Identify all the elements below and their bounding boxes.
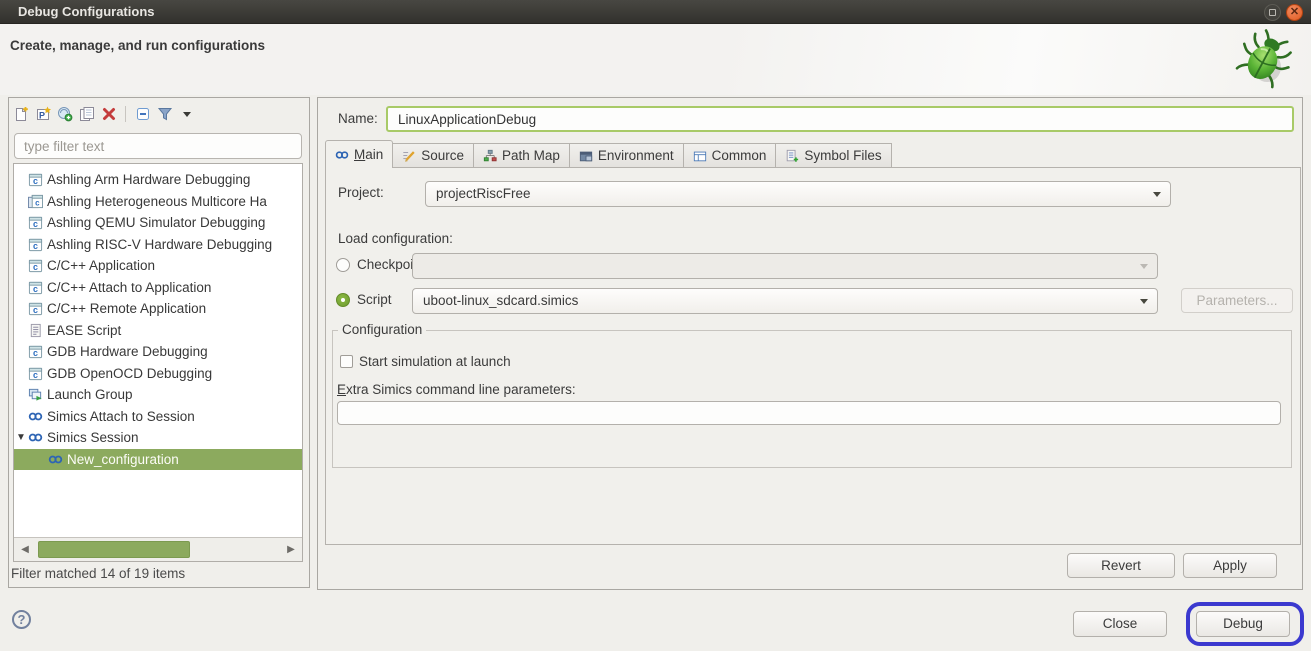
dialog-header: Create, manage, and run configurations <box>0 24 1311 95</box>
toolbar-separator <box>125 106 126 122</box>
c-application-icon <box>28 258 43 273</box>
tree-item[interactable]: EASE Script <box>14 320 302 342</box>
c-application-icon <box>28 280 43 295</box>
c-application-icon <box>28 301 43 316</box>
debug-configurations-dialog: Debug Configurations ✕ Create, manage, a… <box>0 0 1311 651</box>
name-input[interactable] <box>386 106 1294 132</box>
c-application-icon <box>28 237 43 252</box>
tree-item[interactable]: Ashling Heterogeneous Multicore Ha <box>14 191 302 213</box>
name-label: Name: <box>338 111 378 126</box>
tab-main[interactable]: Main <box>325 140 393 168</box>
filter-status: Filter matched 14 of 19 items <box>11 566 185 581</box>
launch-config-tree: Ashling Arm Hardware Debugging Ashling H… <box>13 163 303 562</box>
header-title: Create, manage, and run configurations <box>10 38 265 53</box>
tree-item[interactable]: C/C++ Application <box>14 255 302 277</box>
tab-environment[interactable]: Environment <box>570 143 684 168</box>
tree-item[interactable]: Ashling QEMU Simulator Debugging <box>14 212 302 234</box>
close-window-button[interactable]: ✕ <box>1286 4 1303 21</box>
configuration-group: Configuration Start simulation at launch… <box>332 330 1292 468</box>
debug-button[interactable]: Debug <box>1196 611 1290 637</box>
start-simulation-checkbox[interactable] <box>340 355 353 368</box>
tree-item[interactable]: Simics Attach to Session <box>14 406 302 428</box>
script-label: Script <box>357 292 392 307</box>
new-launch-config-icon[interactable] <box>12 106 29 123</box>
simics-icon <box>48 452 63 467</box>
collapse-all-icon[interactable] <box>134 106 151 123</box>
script-icon <box>28 323 43 338</box>
load-configuration-label: Load configuration: <box>338 231 453 246</box>
config-editor-panel: Name: Main Source Path Map Environment C… <box>317 97 1303 590</box>
simics-icon <box>28 430 43 445</box>
filter-icon[interactable] <box>156 106 173 123</box>
script-radio[interactable] <box>336 293 350 307</box>
tab-path-map[interactable]: Path Map <box>474 143 570 168</box>
tree-item[interactable]: GDB Hardware Debugging <box>14 341 302 363</box>
checkpoint-combo[interactable] <box>412 253 1158 279</box>
common-tab-icon <box>693 149 707 163</box>
help-button[interactable]: ? <box>12 610 31 629</box>
config-tabs: Main Source Path Map Environment Common … <box>325 140 892 168</box>
close-button[interactable]: Close <box>1073 611 1167 637</box>
export-launch-config-icon[interactable] <box>56 106 73 123</box>
parameters-button[interactable]: Parameters... <box>1181 288 1293 313</box>
multicore-icon <box>28 194 43 209</box>
path-map-tab-icon <box>483 149 497 163</box>
toolbar-menu-arrow-icon[interactable] <box>178 106 195 123</box>
extra-params-input[interactable] <box>337 401 1281 425</box>
source-tab-icon <box>402 149 416 163</box>
symbol-files-tab-icon <box>785 149 799 163</box>
project-combo[interactable]: projectRiscFree <box>425 181 1171 207</box>
launch-config-tree-panel: Ashling Arm Hardware Debugging Ashling H… <box>8 97 310 588</box>
tab-source[interactable]: Source <box>393 143 474 168</box>
c-application-icon <box>28 344 43 359</box>
expander-icon[interactable]: ▼ <box>14 432 28 443</box>
c-application-icon <box>28 366 43 381</box>
chevron-down-icon <box>1140 299 1148 308</box>
maximize-button[interactable] <box>1264 4 1281 21</box>
duplicate-launch-config-icon[interactable] <box>78 106 95 123</box>
chevron-down-icon <box>1153 192 1161 201</box>
tree-item-selected[interactable]: New_configuration <box>14 449 302 471</box>
delete-launch-config-icon[interactable] <box>100 106 117 123</box>
tree-item[interactable]: GDB OpenOCD Debugging <box>14 363 302 385</box>
tree-item[interactable]: Launch Group <box>14 384 302 406</box>
script-combo[interactable]: uboot-linux_sdcard.simics <box>412 288 1158 314</box>
simics-icon <box>28 409 43 424</box>
revert-button[interactable]: Revert <box>1067 553 1175 578</box>
horizontal-scrollbar[interactable]: ◀ ▶ <box>14 537 302 561</box>
window-title: Debug Configurations <box>18 0 155 24</box>
question-mark-icon: ? <box>18 612 26 627</box>
scrollbar-thumb[interactable] <box>38 541 190 558</box>
tree-item[interactable]: C/C++ Remote Application <box>14 298 302 320</box>
chevron-down-icon <box>1140 264 1148 273</box>
launch-group-icon <box>28 387 43 402</box>
scroll-right-arrow-icon[interactable]: ▶ <box>282 538 300 561</box>
main-tab-content: Project: projectRiscFree Load configurat… <box>325 167 1301 545</box>
maximize-icon <box>1269 9 1276 16</box>
tree-item[interactable]: ▼Simics Session <box>14 427 302 449</box>
tree-item[interactable]: C/C++ Attach to Application <box>14 277 302 299</box>
debug-bug-icon <box>1231 27 1297 93</box>
simics-icon <box>335 148 349 162</box>
tree-item[interactable]: Ashling Arm Hardware Debugging <box>14 169 302 191</box>
tree-rows: Ashling Arm Hardware Debugging Ashling H… <box>14 164 302 538</box>
checkpoint-radio[interactable] <box>336 258 350 272</box>
titlebar: Debug Configurations ✕ <box>0 0 1311 24</box>
c-application-icon <box>28 215 43 230</box>
close-icon: ✕ <box>1290 7 1299 18</box>
tree-item[interactable]: Ashling RISC-V Hardware Debugging <box>14 234 302 256</box>
c-application-icon <box>28 172 43 187</box>
extra-params-label: Extra Simics command line parameters: <box>337 382 576 397</box>
new-launch-prototype-icon[interactable] <box>34 106 51 123</box>
project-label: Project: <box>338 185 384 200</box>
tree-toolbar <box>12 105 195 123</box>
tab-symbol-files[interactable]: Symbol Files <box>776 143 891 168</box>
scroll-left-arrow-icon[interactable]: ◀ <box>16 538 34 561</box>
filter-input[interactable] <box>14 133 302 159</box>
apply-button[interactable]: Apply <box>1183 553 1277 578</box>
environment-tab-icon <box>579 149 593 163</box>
configuration-group-legend: Configuration <box>338 322 426 337</box>
start-simulation-label: Start simulation at launch <box>359 354 511 369</box>
tab-common[interactable]: Common <box>684 143 777 168</box>
